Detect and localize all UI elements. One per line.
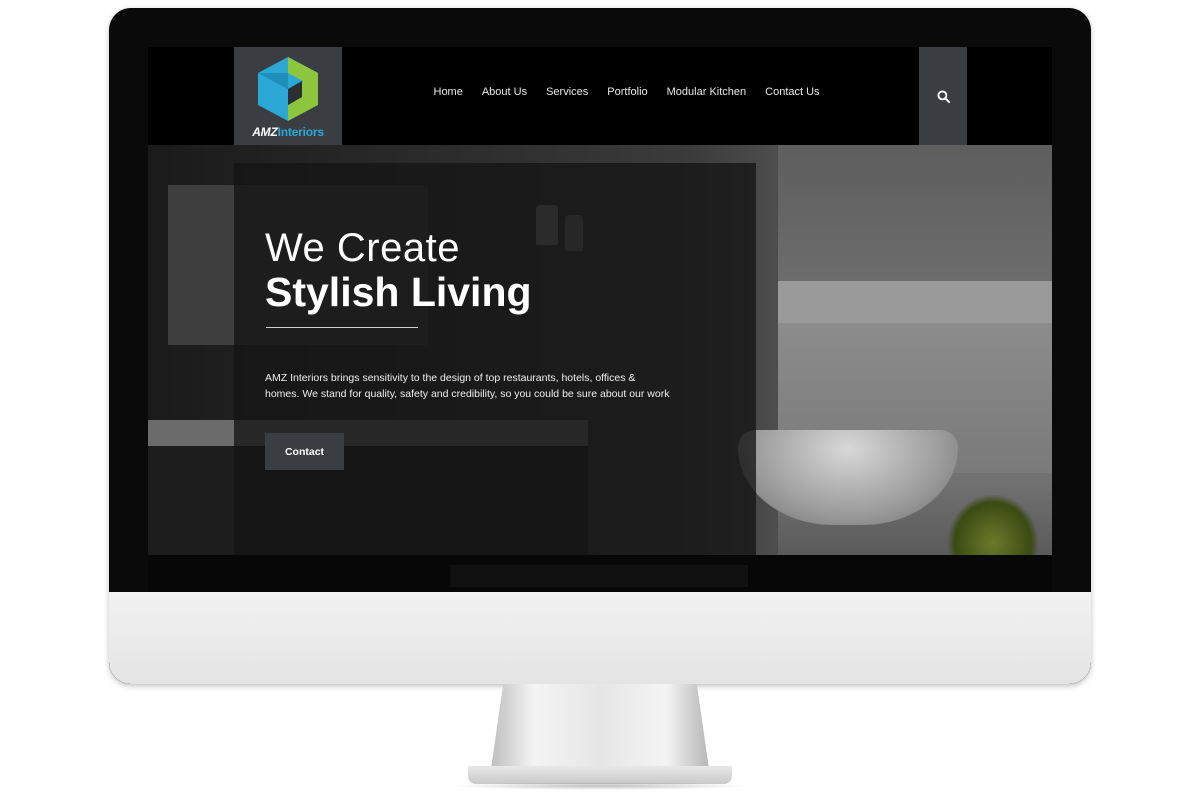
logo-text: AMZInteriors	[234, 125, 342, 139]
monitor-chin	[109, 592, 1091, 684]
logo-word-interiors: Interiors	[277, 125, 324, 139]
nav-about-us[interactable]: About Us	[472, 85, 536, 99]
contact-button[interactable]: Contact	[265, 433, 344, 470]
stand-shadow	[450, 782, 750, 790]
hero-title-light: We Create	[265, 226, 460, 270]
background-blind	[778, 281, 1052, 323]
nav-contact-us[interactable]: Contact Us	[756, 85, 829, 99]
top-navbar: AMZInteriors Home About Us Services Port…	[148, 47, 1052, 145]
cube-logo-icon	[258, 57, 318, 121]
logo-word-amz: AMZ	[252, 125, 278, 139]
nav-home[interactable]: Home	[424, 85, 472, 99]
faint-reflection	[450, 565, 748, 587]
search-icon	[936, 89, 950, 103]
website-screen: AMZInteriors Home About Us Services Port…	[148, 47, 1052, 592]
main-menu: Home About Us Services Portfolio Modular…	[424, 85, 829, 99]
brand-logo[interactable]: AMZInteriors	[234, 47, 342, 145]
nav-services[interactable]: Services	[537, 85, 598, 99]
background-plant	[948, 495, 1038, 555]
hero-title-bold: Stylish Living	[265, 269, 532, 315]
monitor-stand	[490, 684, 710, 776]
hero-section: We Create Stylish Living AMZ Interiors b…	[148, 145, 1052, 555]
search-button[interactable]	[919, 47, 967, 145]
hero-description: AMZ Interiors brings sensitivity to the …	[265, 371, 670, 400]
screen-bottom-strip	[148, 555, 1052, 592]
hero-overlay-panel	[234, 163, 756, 555]
nav-modular-kitchen[interactable]: Modular Kitchen	[657, 85, 756, 99]
nav-portfolio[interactable]: Portfolio	[598, 85, 657, 99]
hero-divider	[266, 327, 418, 328]
